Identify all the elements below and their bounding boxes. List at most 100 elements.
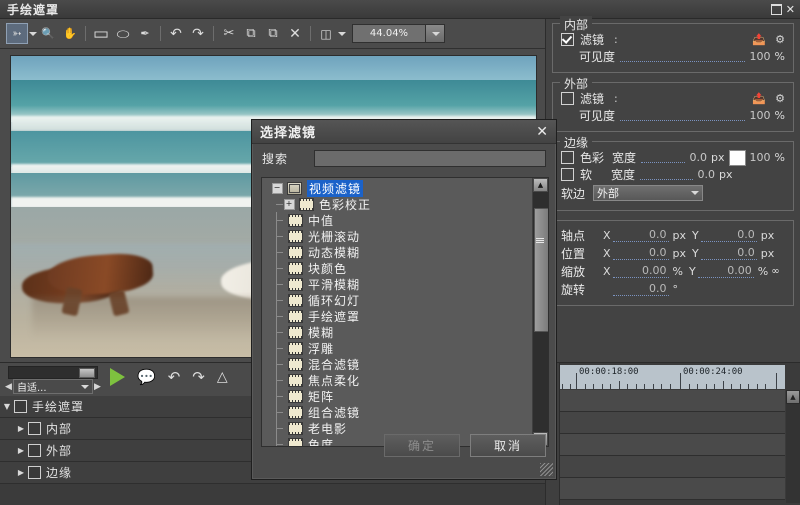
redo-icon[interactable]: ↷ — [192, 368, 205, 386]
select-tool-button[interactable]: ➳ — [6, 23, 28, 44]
rectangle-tool-button[interactable]: ▭ — [90, 23, 112, 44]
filter-list-item[interactable]: 手绘遮罩 — [262, 308, 533, 324]
inner-visibility-value[interactable]: 100 — [750, 50, 771, 63]
hand-tool-button[interactable]: ✋ — [59, 23, 81, 44]
timeline-track[interactable] — [560, 478, 785, 500]
timeline-scrollbar[interactable] — [8, 366, 98, 379]
timeline-vertical-scrollbar[interactable]: ▲ — [786, 390, 800, 503]
filter-list-item[interactable]: 浮雕 — [262, 340, 533, 356]
filter-list-item[interactable]: 矩阵 — [262, 388, 533, 404]
edge-soft-checkbox[interactable] — [561, 168, 574, 181]
filter-list-item[interactable]: 混合滤镜 — [262, 356, 533, 372]
tree-row-checkbox[interactable] — [14, 400, 27, 413]
timeline-tick-label: 00:00:24:00 — [683, 367, 743, 377]
filter-list-item[interactable]: 组合滤镜 — [262, 404, 533, 420]
reset-icon[interactable]: ⚙ — [775, 33, 785, 46]
filter-list-item[interactable]: 块颜色 — [262, 260, 533, 276]
timeline-track[interactable] — [560, 456, 785, 478]
position-x-value[interactable]: 0.0 — [612, 246, 669, 260]
edge-color-swatch[interactable] — [728, 149, 746, 166]
play-icon[interactable] — [110, 368, 125, 386]
inner-filter-checkbox[interactable] — [561, 33, 574, 46]
filter-list-item-root[interactable]: − 视频滤镜 — [262, 179, 533, 197]
edge-color-width-value[interactable]: 0.0 — [690, 151, 708, 164]
scale-y-value[interactable]: 0.00 — [697, 264, 754, 278]
filter-list-item[interactable]: 平滑模糊 — [262, 276, 533, 292]
outer-filter-checkbox[interactable] — [561, 92, 574, 105]
filter-list-item[interactable]: 中值 — [262, 212, 533, 228]
edge-soft-width-slider[interactable] — [640, 169, 693, 180]
fit-view-button[interactable]: ◫ — [315, 23, 337, 44]
timeline-track[interactable] — [560, 412, 785, 434]
expand-icon[interactable]: + — [284, 198, 295, 210]
scroll-up-icon[interactable]: ▲ — [786, 390, 800, 404]
close-icon[interactable]: ✕ — [786, 4, 795, 15]
scroll-up-icon[interactable]: ▲ — [533, 178, 548, 192]
curve-icon[interactable]: △ — [217, 369, 228, 385]
link-icon[interactable]: ∞ — [771, 266, 779, 277]
filter-list-scrollbar[interactable]: ▲ ▼ — [532, 178, 548, 446]
search-input[interactable] — [314, 149, 546, 167]
pen-tool-button[interactable]: ✒ — [134, 23, 156, 44]
anchor-y-value[interactable]: 0.0 — [700, 228, 757, 242]
outer-visibility-value[interactable]: 100 — [750, 109, 771, 122]
zoom-value[interactable]: 44.04% — [352, 24, 426, 43]
edge-soft-width-value[interactable]: 0.0 — [698, 168, 716, 181]
timeline-track[interactable] — [560, 390, 785, 412]
edge-softedge-select[interactable]: 外部 — [593, 185, 704, 201]
zoom-dropdown-button[interactable] — [426, 24, 445, 43]
paste-button[interactable]: ⧉ — [262, 23, 284, 44]
filter-list-item[interactable]: 焦点柔化 — [262, 372, 533, 388]
timeline-track[interactable] — [560, 434, 785, 456]
outer-visibility-slider[interactable] — [620, 110, 745, 121]
filter-list[interactable]: − 视频滤镜 + 色彩校正 中值 光栅滚动 动态模糊 块颜色 平滑模糊 循环幻灯… — [261, 177, 549, 447]
tree-row-checkbox[interactable] — [28, 422, 41, 435]
scrollbar-thumb[interactable] — [79, 368, 95, 378]
edge-color-checkbox[interactable] — [561, 151, 574, 164]
preset-combo[interactable]: 自适... — [13, 379, 93, 394]
filter-list-item[interactable]: + 色彩校正 — [262, 196, 533, 212]
timeline-ruler[interactable]: 00:00:18:00 00:00:24:00 — [560, 365, 785, 389]
ellipse-tool-button[interactable]: ⬭ — [112, 23, 134, 44]
prev-preset-icon[interactable]: ◀ — [4, 382, 13, 392]
resize-grip[interactable] — [540, 463, 553, 476]
undo-button[interactable]: ↶ — [165, 23, 187, 44]
zoom-tool-button[interactable]: 🔍 — [37, 23, 59, 44]
filter-list-item[interactable]: 循环幻灯 — [262, 292, 533, 308]
redo-button[interactable]: ↷ — [187, 23, 209, 44]
restore-icon[interactable] — [770, 3, 782, 15]
load-icon[interactable]: 📤 — [752, 92, 766, 105]
filter-list-item[interactable]: 模糊 — [262, 324, 533, 340]
expander-icon[interactable]: ▶ — [14, 468, 28, 477]
chevron-down-icon[interactable] — [338, 31, 346, 36]
undo-icon[interactable]: ↶ — [168, 368, 181, 386]
filter-list-item[interactable]: 光栅滚动 — [262, 228, 533, 244]
anchor-x-value[interactable]: 0.0 — [612, 228, 669, 242]
tree-row-checkbox[interactable] — [28, 466, 41, 479]
ok-button[interactable]: 确定 — [384, 434, 460, 457]
scale-x-value[interactable]: 0.00 — [612, 264, 669, 278]
reset-icon[interactable]: ⚙ — [775, 92, 785, 105]
expander-icon[interactable]: ▶ — [14, 424, 28, 433]
copy-button[interactable]: ⧉ — [240, 23, 262, 44]
rotation-value[interactable]: 0.0 — [612, 282, 669, 296]
filter-list-item[interactable]: 动态模糊 — [262, 244, 533, 260]
tree-row-checkbox[interactable] — [28, 444, 41, 457]
next-preset-icon[interactable]: ▶ — [93, 382, 102, 392]
load-icon[interactable]: 📤 — [752, 33, 766, 46]
speech-icon[interactable]: 💬 — [137, 368, 156, 386]
cancel-button[interactable]: 取消 — [470, 434, 546, 457]
delete-button[interactable]: ✕ — [284, 23, 306, 44]
chevron-down-icon[interactable] — [29, 31, 37, 36]
collapse-icon[interactable]: − — [272, 182, 283, 194]
cut-button[interactable]: ✂ — [218, 23, 240, 44]
inner-visibility-slider[interactable] — [620, 51, 745, 62]
close-icon[interactable]: ✕ — [536, 124, 548, 140]
edge-color-opacity-value[interactable]: 100 — [750, 151, 771, 164]
scrollbar-thumb[interactable] — [534, 208, 548, 332]
edge-color-width-slider[interactable] — [641, 152, 685, 163]
expander-icon[interactable]: ▶ — [14, 446, 28, 455]
expander-icon[interactable]: ▼ — [0, 402, 14, 411]
edge-soft-width-label: 宽度 — [611, 168, 636, 182]
position-y-value[interactable]: 0.0 — [700, 246, 757, 260]
